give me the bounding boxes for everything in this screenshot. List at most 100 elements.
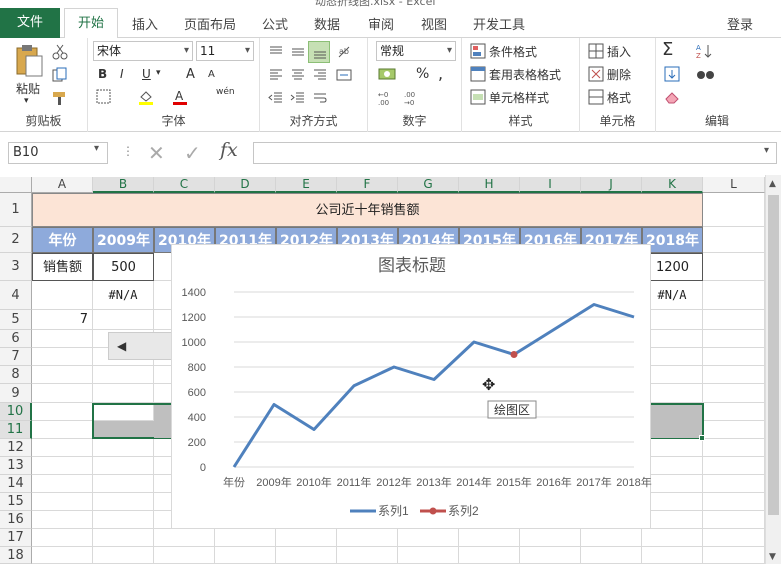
number-format-select[interactable]: 常规 [376,41,456,61]
vertical-scrollbar[interactable]: ▲ ▼ [765,175,781,564]
row-header[interactable]: 12 [0,439,32,457]
cell[interactable] [154,547,215,564]
cell[interactable] [93,529,154,547]
column-header[interactable]: E [276,177,337,193]
cell[interactable] [32,366,93,384]
cell[interactable] [32,384,93,403]
scroll-left-icon[interactable]: ◀ [117,339,126,353]
tab-file[interactable]: 文件 [0,8,60,38]
name-box[interactable]: B10 [8,142,108,164]
tab-page-layout[interactable]: 页面布局 [184,14,236,33]
insert-cells-button[interactable]: 插入 [607,43,631,60]
cell[interactable] [459,529,520,547]
cell[interactable] [337,547,398,564]
cell[interactable] [398,529,459,547]
font-name-select[interactable]: 宋体 [93,41,193,61]
row-header[interactable]: 1 [0,193,32,227]
cell[interactable] [93,310,154,330]
cell[interactable] [93,366,154,384]
cell[interactable] [32,493,93,511]
align-bottom-button[interactable] [308,41,330,63]
enter-icon[interactable]: ✓ [184,141,201,165]
align-top-icon[interactable] [268,44,284,60]
cell[interactable] [703,227,765,253]
tab-view[interactable]: 视图 [421,14,447,33]
paste-dropdown-icon[interactable]: ▾ [24,96,29,106]
scroll-thumb[interactable] [768,195,779,515]
select-all-corner[interactable] [0,177,32,193]
cell[interactable] [93,511,154,529]
format-as-table-button[interactable]: 套用表格格式 [489,66,561,83]
cell[interactable] [337,529,398,547]
column-header[interactable]: B [93,177,154,193]
row-header[interactable]: 4 [0,281,32,310]
copy-icon[interactable] [52,67,68,83]
cell[interactable] [215,547,276,564]
tab-home[interactable]: 开始 [64,8,118,39]
delete-cells-button[interactable]: 删除 [607,66,631,83]
cell[interactable] [32,475,93,493]
tab-data[interactable]: 数据 [314,14,340,33]
cell[interactable] [703,475,765,493]
expand-formula-icon[interactable]: ▾ [764,145,769,156]
cell[interactable] [32,529,93,547]
row-header[interactable]: 17 [0,529,32,547]
name-box-dropdown-icon[interactable]: ▾ [94,143,99,154]
sheet-title-cell[interactable]: 公司近十年销售额 [32,193,703,227]
row-header[interactable]: 5 [0,310,32,330]
scrollbar-control[interactable]: ◀ [108,332,172,360]
cell[interactable] [32,330,93,348]
clear-icon[interactable] [664,89,680,105]
column-header[interactable]: J [581,177,642,193]
tab-review[interactable]: 审阅 [368,14,394,33]
paste-icon[interactable] [14,44,44,80]
row-header[interactable]: 8 [0,366,32,384]
cell-styles-icon[interactable] [470,89,486,105]
column-header[interactable]: F [337,177,398,193]
scroll-down-icon[interactable]: ▼ [769,552,776,562]
cell[interactable] [215,529,276,547]
merge-center-icon[interactable] [336,67,352,83]
cell[interactable] [703,384,765,403]
cell[interactable] [93,439,154,457]
value-cell[interactable]: 7 [32,310,93,330]
align-center-icon[interactable] [290,67,306,83]
header-year-label[interactable]: 年份 [32,227,93,253]
cell[interactable] [520,547,581,564]
cell[interactable] [703,193,765,227]
increase-decimal-icon[interactable]: ←0.00 [378,90,398,106]
cell[interactable] [703,310,765,330]
row-header[interactable]: 3 [0,253,32,281]
underline-dropdown-icon[interactable]: ▾ [156,68,161,78]
cell[interactable] [703,547,765,564]
cell[interactable] [32,403,93,421]
delete-cells-icon[interactable] [588,66,604,82]
cell[interactable] [703,421,765,439]
cell[interactable] [703,330,765,348]
sales-value-cell[interactable]: 500 [93,253,154,281]
decrease-indent-icon[interactable] [268,90,284,106]
italic-button[interactable]: I [120,67,124,81]
conditional-format-button[interactable]: 条件格式 [489,43,537,60]
underline-button[interactable]: U [142,67,151,81]
decrease-decimal-icon[interactable]: .00→0 [404,90,424,106]
insert-function-icon[interactable]: fx [220,139,238,161]
cell[interactable] [32,547,93,564]
formula-input[interactable] [253,142,777,164]
grow-font-button[interactable]: A [186,67,195,82]
cancel-icon[interactable]: ✕ [148,141,165,165]
cell[interactable] [276,547,337,564]
na-cell[interactable]: #N/A [93,281,154,310]
row-header[interactable]: 18 [0,547,32,564]
cell[interactable] [32,439,93,457]
column-header[interactable]: I [520,177,581,193]
cell[interactable] [93,493,154,511]
cell[interactable] [581,529,642,547]
cell[interactable] [703,529,765,547]
sales-label-cell[interactable]: 销售额 [32,253,93,281]
align-right-icon[interactable] [312,67,328,83]
row-header[interactable]: 13 [0,457,32,475]
autosum-icon[interactable]: Σ [662,39,673,60]
row-header[interactable]: 16 [0,511,32,529]
cell[interactable] [93,384,154,403]
